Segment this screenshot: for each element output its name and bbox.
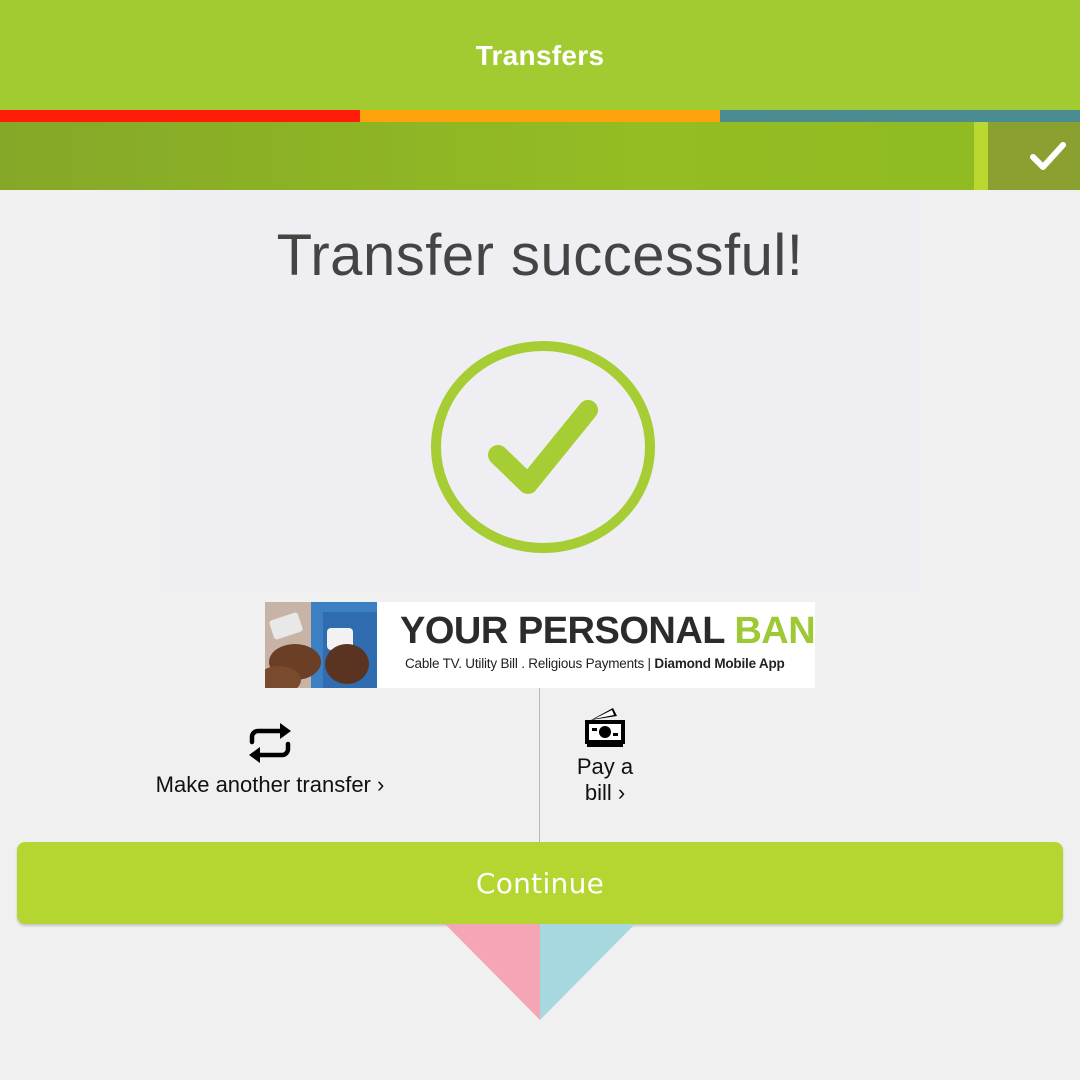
accent-stripe-red [0, 110, 360, 122]
pay-bill-label-line1: Pay a [576, 754, 634, 779]
decorative-triangle [445, 924, 635, 1020]
check-circle-icon [431, 341, 655, 553]
success-title: Transfer successful! [276, 223, 804, 288]
banner-subtitle: Cable TV. Utility Bill . Religious Payme… [405, 656, 785, 671]
progress-bar [0, 122, 1080, 190]
banner-photo-image [265, 602, 377, 688]
make-another-transfer-link[interactable]: Make another transfer › [100, 722, 440, 798]
pay-bill-link[interactable]: Pay a bill › [560, 706, 650, 806]
continue-button[interactable]: Continue [17, 842, 1063, 924]
banner-sub-bold: Diamond Mobile App [654, 656, 785, 671]
app-header: Transfers [0, 0, 1080, 110]
repeat-icon [249, 723, 291, 763]
banner-headline: YOUR PERSONAL BANK [400, 610, 815, 653]
money-icon [585, 708, 625, 747]
accent-stripe-orange [360, 110, 720, 122]
pay-bill-label-line2: bill › [584, 780, 626, 805]
checkmark-icon [1030, 142, 1066, 170]
actions-divider [539, 688, 540, 842]
accent-stripe-teal [720, 110, 1080, 122]
banner-sub-regular: Cable TV. Utility Bill . Religious Payme… [405, 656, 655, 671]
make-another-transfer-label: Make another transfer › [155, 772, 385, 797]
progress-complete-indicator [988, 122, 1080, 190]
page-title: Transfers [475, 40, 605, 71]
banner-headline-dark: YOUR PERSONAL [400, 610, 725, 652]
banner-headline-green: BANK [734, 610, 815, 652]
ad-banner[interactable]: YOUR PERSONAL BANK Cable TV. Utility Bil… [265, 602, 815, 688]
